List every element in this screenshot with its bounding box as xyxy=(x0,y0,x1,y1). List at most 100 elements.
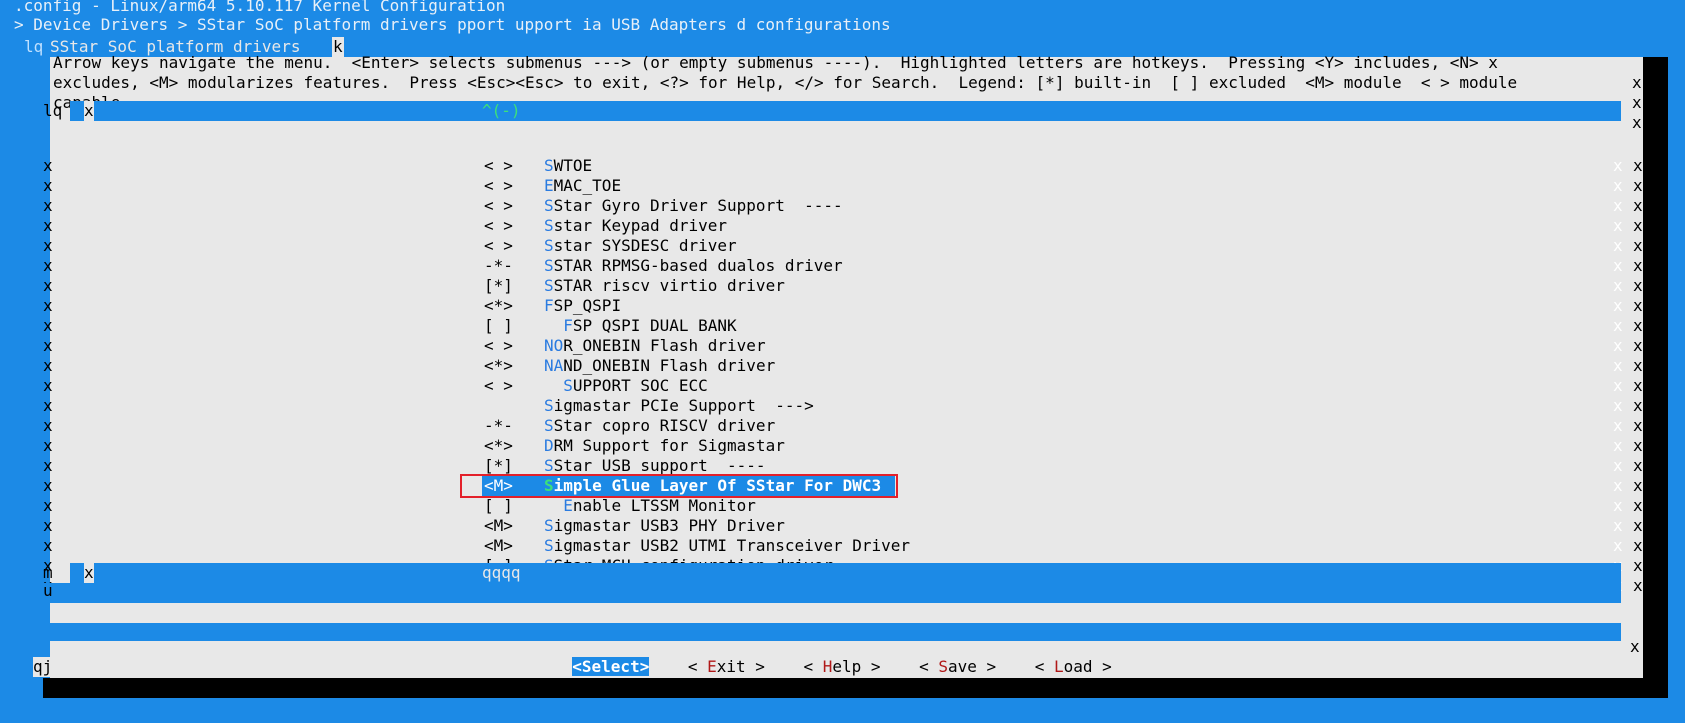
menu-item-label[interactable]: Sigmastar USB3 PHY Driver xyxy=(544,516,785,536)
menu-item-state[interactable]: [ ] xyxy=(484,316,513,336)
menu-item-state[interactable]: < > xyxy=(484,216,513,236)
menu-border-right-inner: x xyxy=(1613,316,1623,335)
menu-border-right-inner: x xyxy=(1613,216,1623,235)
save-button[interactable]: < Save > xyxy=(919,657,996,676)
select-button[interactable]: <Select> xyxy=(572,657,650,676)
menu-box-top xyxy=(70,101,1621,121)
menu-item-state[interactable]: -*- xyxy=(484,256,513,276)
menu-item[interactable]: x -*- SSTAR RPMSG-based dualos driver x x xyxy=(0,256,1685,276)
menu-item-state[interactable]: < > xyxy=(484,176,513,196)
menu-item-state[interactable]: <*> xyxy=(484,296,513,316)
help-border-right-3: x xyxy=(1632,113,1642,132)
menu-item[interactable]: x [*] SSTAR riscv virtio driver x x xyxy=(0,276,1685,296)
menu-border-right-outer: x xyxy=(1633,196,1643,215)
menu-item-hotkey: S xyxy=(544,536,554,555)
menu-border-right-outer: x xyxy=(1633,256,1643,275)
menu-item[interactable]: x < > NOR_ONEBIN Flash driver x x xyxy=(0,336,1685,356)
menu-item-label[interactable]: DRM Support for Sigmastar xyxy=(544,436,785,456)
menu-item-hotkey: S xyxy=(544,196,554,215)
menu-item-label[interactable]: Sstar Keypad driver xyxy=(544,216,727,236)
menu-item[interactable]: x < > SStar Gyro Driver Support ---- x x xyxy=(0,196,1685,216)
menu-item-label[interactable]: Enable LTSSM Monitor xyxy=(544,496,756,516)
menu-border-right-inner: x xyxy=(1613,476,1623,495)
menu-item-label[interactable]: SStar Gyro Driver Support ---- xyxy=(544,196,843,216)
menu-item-label[interactable]: Sigmastar PCIe Support ---> xyxy=(544,396,814,416)
menu-item-hotkey: D xyxy=(544,436,554,455)
menu-item[interactable]: x < > SUPPORT SOC ECC x x xyxy=(0,376,1685,396)
menu-item-state[interactable]: <*> xyxy=(484,436,513,456)
menu-border-right-outer: x xyxy=(1633,296,1643,315)
menu-item[interactable]: x < > Sstar Keypad driver x x xyxy=(0,216,1685,236)
menu-item-state[interactable]: <M> xyxy=(484,536,513,556)
scroll-up-indicator[interactable]: ^(-) xyxy=(482,101,521,121)
menu-border-left: x xyxy=(43,536,53,555)
menu-item-label[interactable]: NAND_ONEBIN Flash driver xyxy=(544,356,775,376)
menu-item[interactable]: x[ ] FSP QSPI DUAL BANK x x xyxy=(0,316,1685,336)
menu-box-top-x: x xyxy=(84,101,94,121)
menu-item-label[interactable]: SStar USB support ---- xyxy=(544,456,766,476)
menu-item-hotkey: S xyxy=(544,236,554,255)
menu-item-state[interactable]: < > xyxy=(484,156,513,176)
menu-item[interactable]: x <M> Sigmastar USB2 UTMI Transceiver Driv… xyxy=(0,536,1685,556)
menu-item-state[interactable]: < > xyxy=(484,196,513,216)
menu-item-hotkey: S xyxy=(544,156,554,175)
menu-item-state[interactable]: [*] xyxy=(484,456,513,476)
menu-border-right-inner: x xyxy=(1613,236,1623,255)
menu-border-right-outer: x xyxy=(1633,476,1643,495)
menu-box-bottom-left: m xyxy=(43,563,53,582)
menu-border-right-inner: x xyxy=(1613,376,1623,395)
menu-border-right-outer: x xyxy=(1633,456,1643,475)
menu-item-hotkey: N xyxy=(544,356,554,375)
window-title: .config - Linux/arm64 5.10.117 Kernel Co… xyxy=(14,0,506,15)
menu-item-state[interactable]: < > xyxy=(484,376,513,396)
scroll-down-indicator[interactable]: qqqq xyxy=(482,563,521,583)
menu-item-label[interactable]: Sigmastar USB2 UTMI Transceiver Driver xyxy=(544,536,910,556)
menu-item-label[interactable]: NOR_ONEBIN Flash driver xyxy=(544,336,766,356)
menu-item-state[interactable]: < > xyxy=(484,336,513,356)
menu-item[interactable]: x <M> Sigmastar USB3 PHY Driver x x xyxy=(0,516,1685,536)
menu-border-left: x xyxy=(43,516,53,535)
menu-border-right-outer: x xyxy=(1633,176,1643,195)
dialog-bottom-bar xyxy=(28,623,1621,641)
menu-item-label[interactable]: SSTAR RPMSG-based dualos driver xyxy=(544,256,843,276)
menu-item-label[interactable]: EMAC_TOE xyxy=(544,176,621,196)
menu-item[interactable]: x <*> FSP_QSPI x x xyxy=(0,296,1685,316)
help-border-right-2: x xyxy=(1632,93,1642,112)
menu-border-right-outer: x xyxy=(1633,536,1643,555)
menu-item-label[interactable]: FSP_QSPI xyxy=(544,296,621,316)
menu-border-right-inner: x xyxy=(1613,276,1623,295)
load-button[interactable]: < Load > xyxy=(1035,657,1112,676)
menu-item[interactable]: x [*] SStar USB support ---- x x xyxy=(0,456,1685,476)
menu-border-right-outer: x xyxy=(1633,216,1643,235)
dialog-bottom-left: qj xyxy=(33,657,53,677)
breadcrumb: > Device Drivers > SStar SoC platform dr… xyxy=(14,15,891,34)
menu-item-state[interactable]: [ ] xyxy=(484,496,513,516)
menu-item-label[interactable]: SUPPORT SOC ECC xyxy=(544,376,708,396)
menu-border-right-inner: x xyxy=(1613,436,1623,455)
menu-item-label[interactable]: SStar copro RISCV driver xyxy=(544,416,775,436)
menu-item-label[interactable]: SWTOE xyxy=(544,156,592,176)
menu-item-state[interactable]: <M> xyxy=(484,516,513,536)
menu-border-right-inner: x xyxy=(1613,396,1623,415)
menu-item-hotkey: S xyxy=(544,396,554,415)
menu-item-hotkey: E xyxy=(544,176,554,195)
menu-item[interactable]: x < > EMAC_TOE x x xyxy=(0,176,1685,196)
menu-item-label[interactable]: Sstar SYSDESC driver xyxy=(544,236,737,256)
menu-item-state[interactable]: -*- xyxy=(484,416,513,436)
menu-border-right-outer: x xyxy=(1633,556,1643,575)
exit-button[interactable]: < Exit > xyxy=(688,657,765,676)
menu-border-left: x xyxy=(43,436,53,455)
menu-item[interactable]: x <*> NAND_ONEBIN Flash driver x x xyxy=(0,356,1685,376)
menu-item[interactable]: x Sigmastar PCIe Support ---> x x xyxy=(0,396,1685,416)
menu-item-state[interactable]: <*> xyxy=(484,356,513,376)
menu-item[interactable]: x < > SWTOE x x xyxy=(0,156,1685,176)
menu-item-state[interactable]: < > xyxy=(484,236,513,256)
help-button[interactable]: < Help > xyxy=(803,657,880,676)
menu-item[interactable]: x <*> DRM Support for Sigmastar x x xyxy=(0,436,1685,456)
menu-item-label[interactable]: FSP QSPI DUAL BANK xyxy=(544,316,736,336)
menu-item-state[interactable]: [*] xyxy=(484,276,513,296)
menu-item[interactable]: x[ ] Enable LTSSM Monitor x x xyxy=(0,496,1685,516)
menu-item-label[interactable]: SSTAR riscv virtio driver xyxy=(544,276,785,296)
menu-item[interactable]: x < > Sstar SYSDESC driver x x xyxy=(0,236,1685,256)
menu-item[interactable]: x -*- SStar copro RISCV driver x x xyxy=(0,416,1685,436)
